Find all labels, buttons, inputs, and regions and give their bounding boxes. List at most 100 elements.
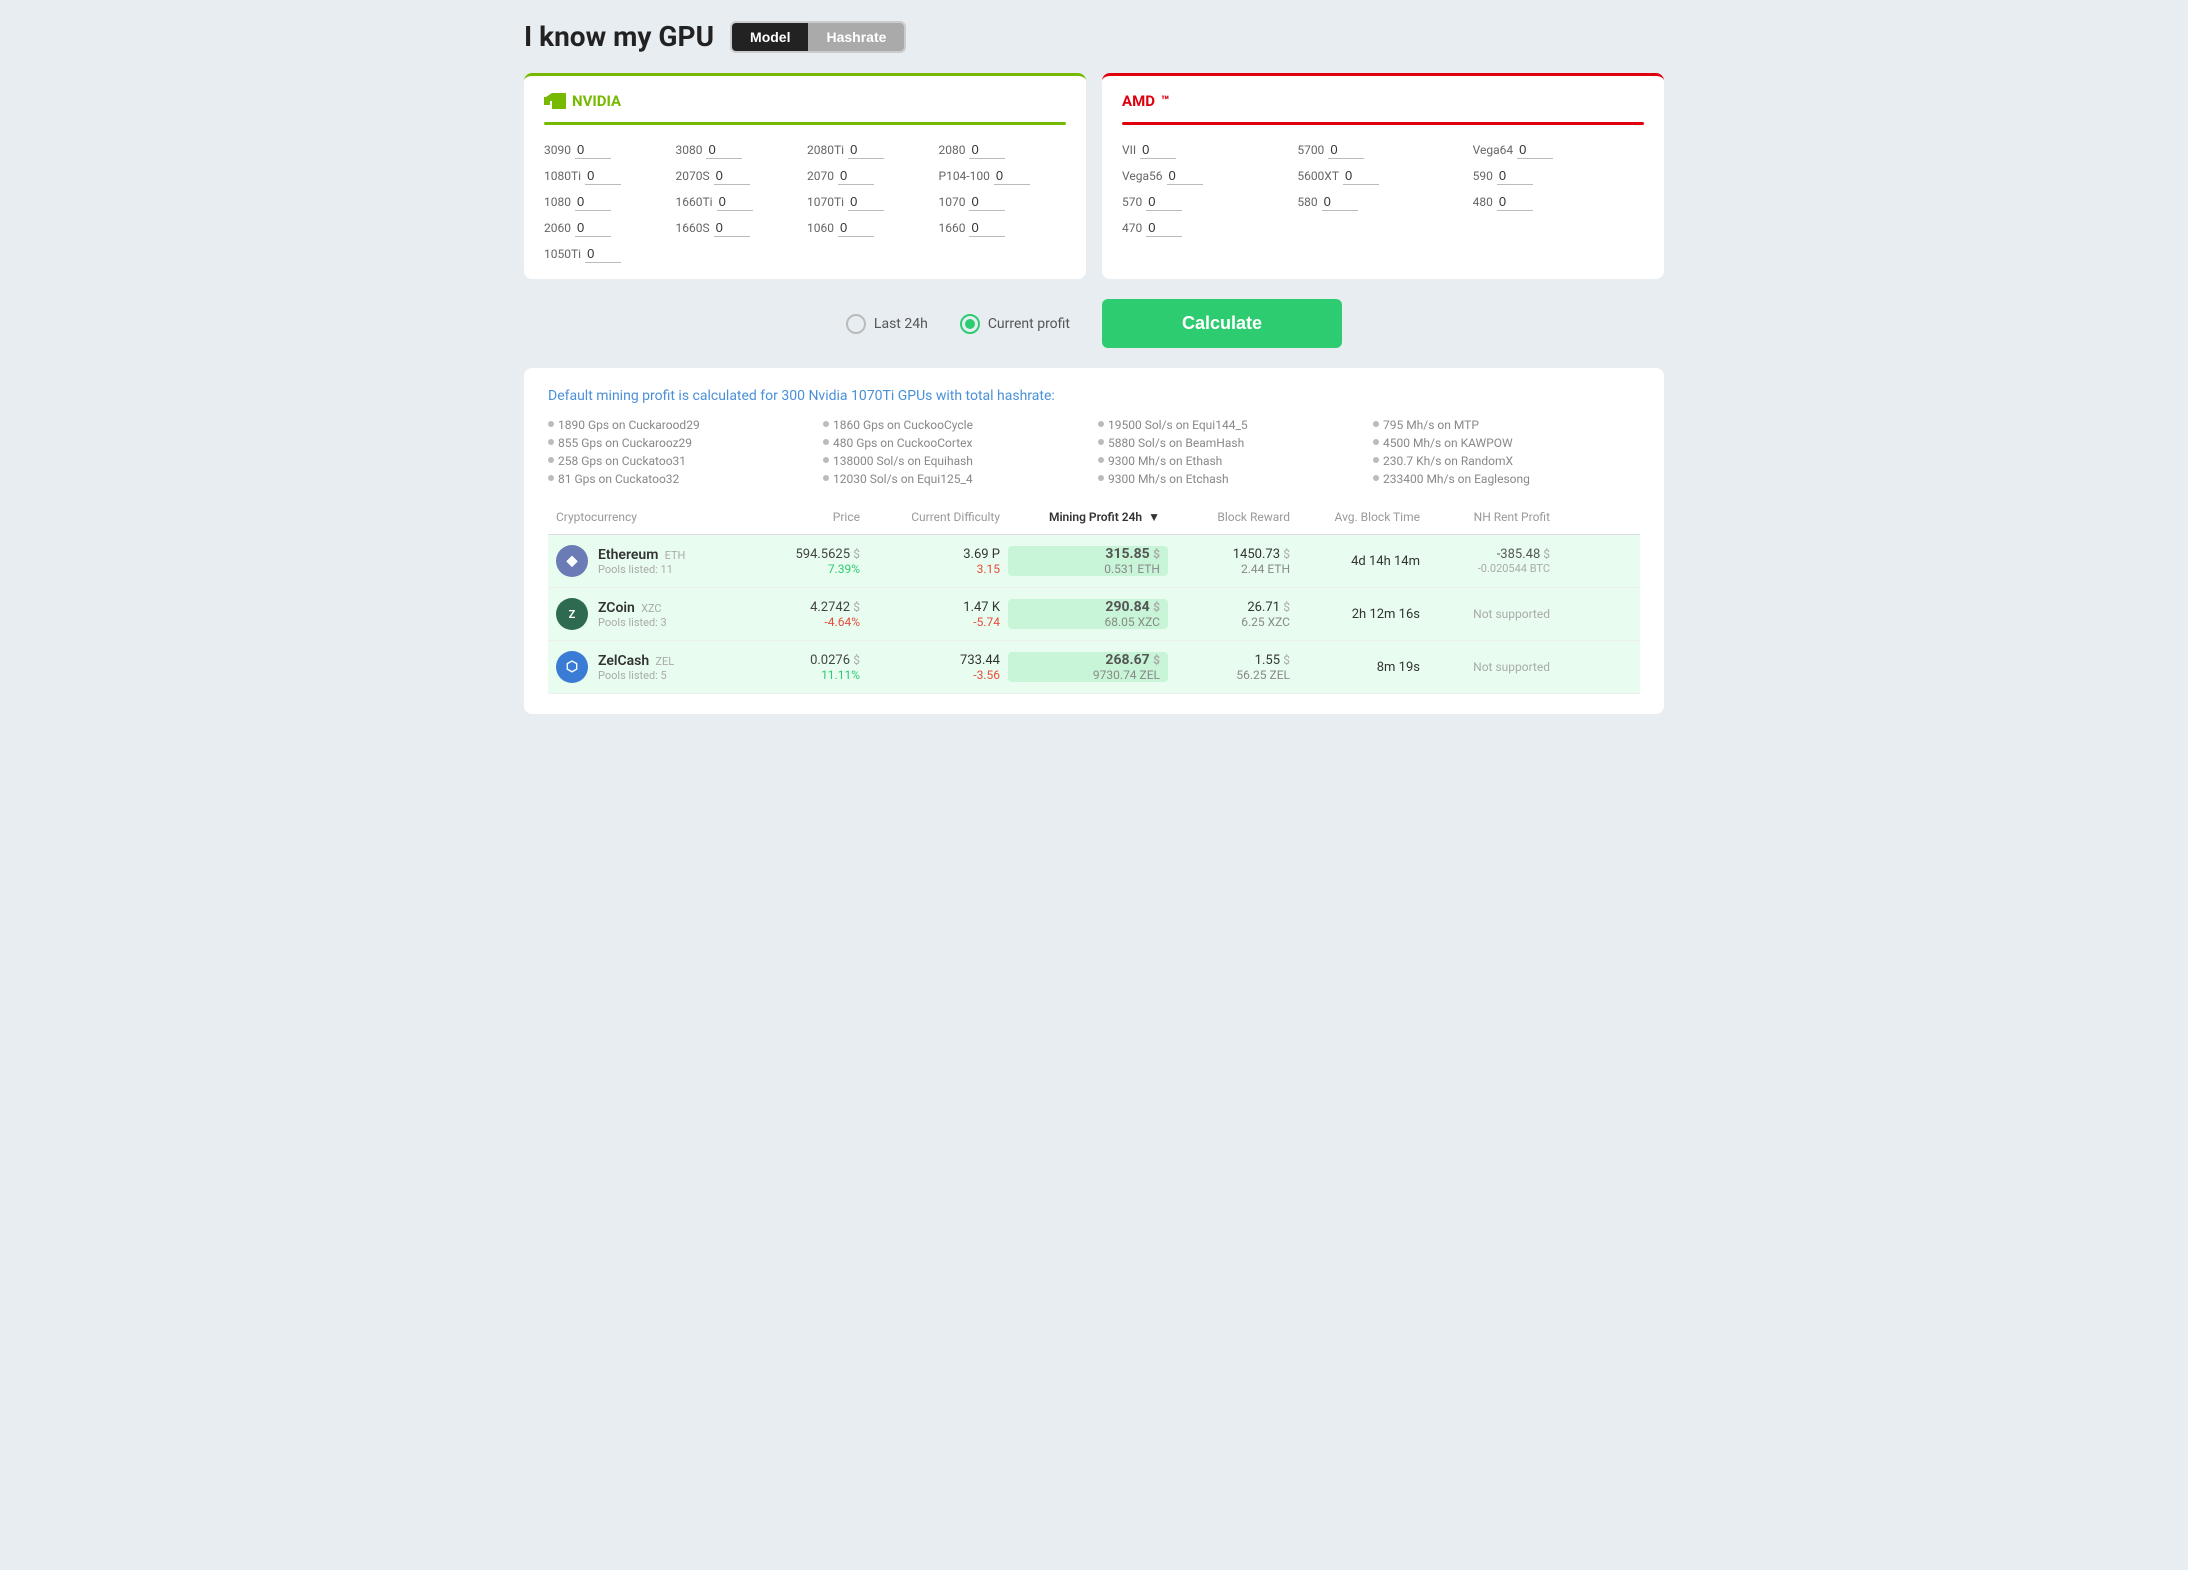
gpu-input[interactable] <box>714 219 750 237</box>
profit-sub: 0.531 ETH <box>1016 562 1160 576</box>
gpu-item: P104-100 <box>939 167 1067 185</box>
coin-name-row: Ethereum ETH <box>598 547 685 563</box>
profit-cell: 290.84 $ 68.05 XZC <box>1008 599 1168 629</box>
nh-rent-cell: Not supported <box>1428 660 1558 675</box>
gpu-input[interactable] <box>706 141 742 159</box>
difficulty-sub: 3.15 <box>876 562 1000 576</box>
current-profit-radio[interactable] <box>960 314 980 334</box>
gpu-input[interactable] <box>1146 219 1182 237</box>
gpu-label: 1070Ti <box>807 195 844 209</box>
gpu-item: 480 <box>1473 193 1644 211</box>
gpu-input[interactable] <box>1497 193 1533 211</box>
gpu-input[interactable] <box>575 219 611 237</box>
avg-block-time-cell: 8m 19s <box>1298 660 1428 675</box>
avg-block-time-value: 8m 19s <box>1377 660 1420 675</box>
gpu-label: 2070 <box>807 169 834 183</box>
gpu-input[interactable] <box>838 219 874 237</box>
last24h-label: Last 24h <box>874 316 928 332</box>
hashrate-text: 480 Gps on CuckooCortex <box>833 436 972 450</box>
hashrate-text: 258 Gps on Cuckatoo31 <box>558 454 686 468</box>
hashrate-item: 230.7 Kh/s on RandomX <box>1373 454 1640 468</box>
gpu-input[interactable] <box>1140 141 1176 159</box>
gpu-input[interactable] <box>1322 193 1358 211</box>
gpu-input[interactable] <box>1328 141 1364 159</box>
gpu-input[interactable] <box>969 219 1005 237</box>
last24h-radio[interactable] <box>846 314 866 334</box>
pools-listed: Pools listed: 11 <box>598 563 685 576</box>
difficulty-main: 3.69 P <box>876 547 1000 562</box>
hashrate-item: 795 Mh/s on MTP <box>1373 418 1640 432</box>
gpu-item: 2060 <box>544 219 672 237</box>
block-reward-sub: 6.25 XZC <box>1176 615 1290 629</box>
gpu-input[interactable] <box>994 167 1030 185</box>
nh-not-supported: Not supported <box>1473 607 1550 621</box>
gpu-label: 480 <box>1473 195 1493 209</box>
gpu-input[interactable] <box>1167 167 1203 185</box>
table-header: Cryptocurrency Price Current Difficulty … <box>548 506 1640 535</box>
price-cell: 594.5625 $ 7.39% <box>768 547 868 576</box>
hashrate-text: 233400 Mh/s on Eaglesong <box>1383 472 1530 486</box>
coin-ticker: ZEL <box>655 655 674 668</box>
gpu-item: 590 <box>1473 167 1644 185</box>
hashrate-item: 855 Gps on Cuckarooz29 <box>548 436 815 450</box>
th-price: Price <box>768 506 868 528</box>
hashrate-item: 9300 Mh/s on Ethash <box>1098 454 1365 468</box>
nvidia-icon <box>544 93 566 109</box>
hashrate-text: 9300 Mh/s on Ethash <box>1108 454 1222 468</box>
calculate-button[interactable]: Calculate <box>1102 299 1342 348</box>
gpu-input[interactable] <box>585 167 621 185</box>
block-reward-main: 1.55 $ <box>1176 653 1290 668</box>
gpu-item: 2080Ti <box>807 141 935 159</box>
gpu-input[interactable] <box>714 167 750 185</box>
gpu-input[interactable] <box>838 167 874 185</box>
gpu-item: Vega64 <box>1473 141 1644 159</box>
results-panel: Default mining profit is calculated for … <box>524 368 1664 714</box>
coin-name: ZCoin <box>598 600 635 616</box>
hashrate-dot <box>1373 439 1379 445</box>
gpu-label: 590 <box>1473 169 1493 183</box>
gpu-input[interactable] <box>848 193 884 211</box>
hashrate-dot <box>1098 439 1104 445</box>
difficulty-cell: 733.44 -3.56 <box>868 653 1008 682</box>
hashrate-item: 19500 Sol/s on Equi144_5 <box>1098 418 1365 432</box>
difficulty-main: 733.44 <box>876 653 1000 668</box>
gpu-input[interactable] <box>1497 167 1533 185</box>
table-row: ⬡ ZelCash ZEL Pools listed: 5 0.0276 $ 1… <box>548 641 1640 694</box>
gpu-item: 2070 <box>807 167 935 185</box>
hashrate-text: 138000 Sol/s on Equihash <box>833 454 973 468</box>
zel-icon: ⬡ <box>556 651 588 683</box>
gpu-item: 1660 <box>939 219 1067 237</box>
last24h-option[interactable]: Last 24h <box>846 314 928 334</box>
gpu-input[interactable] <box>717 193 753 211</box>
hashrate-toggle-btn[interactable]: Hashrate <box>808 23 904 51</box>
gpu-input[interactable] <box>1146 193 1182 211</box>
gpu-input[interactable] <box>1343 167 1379 185</box>
model-toggle-btn[interactable]: Model <box>732 23 808 51</box>
profit-main: 268.67 $ <box>1016 652 1160 668</box>
gpu-label: 2080 <box>939 143 966 157</box>
gpu-input[interactable] <box>585 245 621 263</box>
current-profit-option[interactable]: Current profit <box>960 314 1070 334</box>
price-dollar: $ <box>853 653 860 667</box>
gpu-label: 5600XT <box>1297 169 1339 183</box>
page-title: I know my GPU <box>524 20 714 53</box>
profit-main: 290.84 $ <box>1016 599 1160 615</box>
gpu-input[interactable] <box>1517 141 1553 159</box>
gpu-input[interactable] <box>575 141 611 159</box>
gpu-item: 1060 <box>807 219 935 237</box>
hashrate-dot <box>548 421 554 427</box>
coin-name-row: ZCoin XZC <box>598 600 667 616</box>
gpu-input[interactable] <box>969 193 1005 211</box>
pools-listed: Pools listed: 5 <box>598 669 674 682</box>
gpu-input[interactable] <box>575 193 611 211</box>
mode-toggle[interactable]: Model Hashrate <box>730 21 906 53</box>
gpu-input[interactable] <box>848 141 884 159</box>
gpu-item: 1070 <box>939 193 1067 211</box>
gpu-label: VII <box>1122 143 1136 157</box>
hashrate-text: 230.7 Kh/s on RandomX <box>1383 454 1513 468</box>
th-profit[interactable]: Mining Profit 24h ▼ <box>1008 506 1168 528</box>
block-reward-cell: 1.55 $ 56.25 ZEL <box>1168 653 1298 682</box>
price-dollar: $ <box>853 600 860 614</box>
gpu-input[interactable] <box>969 141 1005 159</box>
gpu-label: 580 <box>1297 195 1317 209</box>
